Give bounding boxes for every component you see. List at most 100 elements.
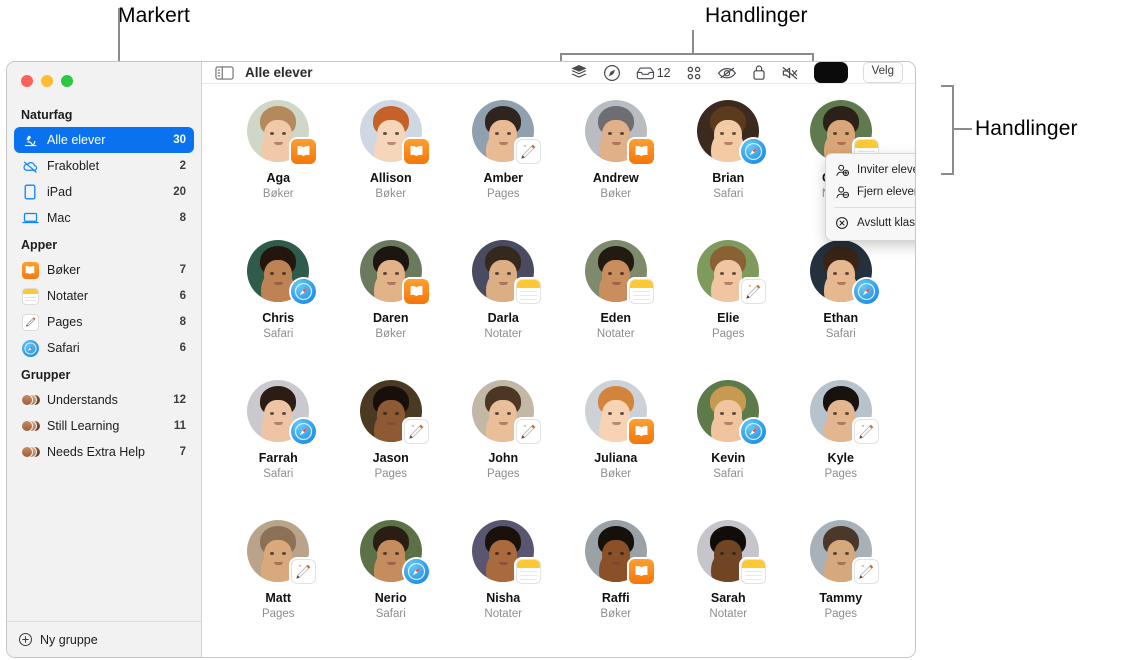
menu-item-inviter-elever[interactable]: Inviter elever — [826, 159, 915, 181]
student-avatar-wrap[interactable]: “ — [247, 520, 317, 584]
screen-blank-swatch[interactable] — [813, 62, 848, 83]
student-card[interactable]: “ John Pages — [447, 380, 560, 520]
sidebar-item-ipad[interactable]: iPad 20 — [14, 179, 194, 205]
student-avatar-wrap[interactable]: “ — [809, 520, 879, 584]
student-app-label: Bøker — [600, 608, 632, 620]
student-card[interactable]: “ Jason Pages — [335, 380, 448, 520]
mute-speaker-icon[interactable] — [781, 65, 799, 81]
student-avatar-wrap[interactable]: “ — [359, 380, 429, 444]
minimize-window-button[interactable] — [41, 75, 53, 87]
student-card[interactable]: Eden Notater — [560, 240, 673, 380]
books-app-icon — [21, 261, 39, 279]
group-avatars-icon — [21, 391, 41, 409]
student-card[interactable]: Allison Bøker — [335, 100, 448, 240]
sidebar-item-boker[interactable]: Bøker 7 — [14, 257, 194, 283]
navigate-safari-icon[interactable] — [603, 64, 621, 82]
annotation-toolbar-bracket-top — [560, 53, 814, 55]
maximize-window-button[interactable] — [61, 75, 73, 87]
annotation-menu-leader-horizontal — [954, 128, 972, 130]
student-card[interactable]: Juliana Bøker — [560, 380, 673, 520]
sidebar-item-alle-elever[interactable]: Alle elever 30 — [14, 127, 194, 153]
sidebar-item-label: Mac — [47, 211, 71, 225]
screens-layers-icon[interactable] — [570, 64, 588, 81]
sidebar-scroll-area[interactable]: Naturfag Alle elever 30 Frakoblet 2 iPad… — [7, 96, 201, 621]
sidebar-item-frakoblet[interactable]: Frakoblet 2 — [14, 153, 194, 179]
student-app-label: Safari — [375, 608, 406, 620]
student-card[interactable]: Sarah Notater — [672, 520, 785, 657]
sidebar-item-count: 6 — [179, 290, 186, 302]
velg-button[interactable]: Velg — [862, 62, 903, 83]
student-card[interactable]: “ Matt Pages — [222, 520, 335, 657]
sidebar-item-mac[interactable]: Mac 8 — [14, 205, 194, 231]
sidebar-item-count: 8 — [179, 212, 186, 224]
new-group-button[interactable]: Ny gruppe — [7, 621, 201, 657]
student-avatar-wrap[interactable]: “ — [472, 380, 542, 444]
sidebar-item-needs-extra-help[interactable]: Needs Extra Help 7 — [14, 439, 194, 465]
x-circle-icon — [835, 216, 851, 230]
actions-dropdown-menu: Inviter elever Fjern elever — [825, 153, 916, 241]
student-avatar-wrap[interactable] — [697, 100, 767, 164]
sidebar-item-pages[interactable]: Pages 8 — [14, 309, 194, 335]
student-avatar-wrap[interactable]: “ — [472, 100, 542, 164]
sidebar-item-count: 11 — [173, 420, 186, 432]
student-avatar-wrap[interactable] — [584, 240, 654, 304]
sidebar-toggle-icon[interactable] — [215, 65, 234, 81]
student-card[interactable]: “ Elie Pages — [672, 240, 785, 380]
grid-apps-icon[interactable] — [686, 65, 702, 81]
student-avatar-wrap[interactable] — [472, 240, 542, 304]
inbox-tray-icon[interactable]: 12 — [636, 65, 671, 81]
student-avatar-wrap[interactable] — [697, 520, 767, 584]
student-avatar-wrap[interactable] — [584, 520, 654, 584]
student-avatar-wrap[interactable] — [584, 380, 654, 444]
student-card[interactable]: Kevin Safari — [672, 380, 785, 520]
ipad-icon — [21, 183, 39, 201]
student-card[interactable]: Chris Safari — [222, 240, 335, 380]
hide-eye-slash-icon[interactable] — [717, 65, 737, 81]
student-app-label: Safari — [825, 328, 856, 340]
student-name: Amber — [483, 171, 524, 185]
student-card[interactable]: Raffi Bøker — [560, 520, 673, 657]
student-card[interactable]: Daren Bøker — [335, 240, 448, 380]
student-card[interactable]: “ Amber Pages — [447, 100, 560, 240]
sidebar-item-still-learning[interactable]: Still Learning 11 — [14, 413, 194, 439]
student-card[interactable]: “ Kyle Pages — [785, 380, 898, 520]
sidebar-section-header-apper: Apper — [21, 238, 58, 252]
menu-item-fjern-elever[interactable]: Fjern elever — [826, 181, 916, 203]
student-app-label: Bøker — [600, 468, 632, 480]
student-card[interactable]: Brian Safari — [672, 100, 785, 240]
student-avatar-wrap[interactable]: “ — [809, 380, 879, 444]
student-avatar-wrap[interactable] — [247, 380, 317, 444]
sidebar-item-count: 2 — [179, 160, 186, 172]
student-card[interactable]: Farrah Safari — [222, 380, 335, 520]
student-app-label: Pages — [261, 608, 295, 620]
student-avatar-wrap[interactable] — [359, 520, 429, 584]
menu-item-label: Inviter elever — [857, 164, 915, 176]
student-avatar-wrap[interactable] — [247, 100, 317, 164]
sidebar-item-understands[interactable]: Understands 12 — [14, 387, 194, 413]
lock-icon[interactable] — [752, 64, 766, 81]
student-avatar-wrap[interactable] — [697, 380, 767, 444]
student-avatar-wrap[interactable] — [584, 100, 654, 164]
student-card[interactable]: Darla Notater — [447, 240, 560, 380]
student-card[interactable]: Ethan Safari — [785, 240, 898, 380]
sidebar-item-safari[interactable]: Safari 6 — [14, 335, 194, 361]
student-avatar-wrap[interactable]: “ — [697, 240, 767, 304]
student-avatar-wrap[interactable] — [472, 520, 542, 584]
student-card[interactable]: Nisha Notater — [447, 520, 560, 657]
student-app-badge — [516, 279, 542, 304]
student-card[interactable]: Aga Bøker — [222, 100, 335, 240]
student-card[interactable]: “ Tammy Pages — [785, 520, 898, 657]
student-avatar-wrap[interactable] — [809, 240, 879, 304]
student-card[interactable]: Andrew Bøker — [560, 100, 673, 240]
student-app-badge: “ — [516, 419, 542, 444]
student-avatar-wrap[interactable] — [359, 240, 429, 304]
sidebar-item-notater[interactable]: Notater 6 — [14, 283, 194, 309]
student-card[interactable]: Nerio Safari — [335, 520, 448, 657]
menu-item-avslutt-klasse[interactable]: Avslutt klasse — [826, 212, 915, 234]
menu-item-label: Fjern elever — [857, 186, 916, 198]
student-avatar-wrap[interactable] — [359, 100, 429, 164]
sidebar-item-label: iPad — [47, 185, 73, 199]
sidebar-item-count: 6 — [179, 342, 186, 354]
close-window-button[interactable] — [21, 75, 33, 87]
student-avatar-wrap[interactable] — [247, 240, 317, 304]
